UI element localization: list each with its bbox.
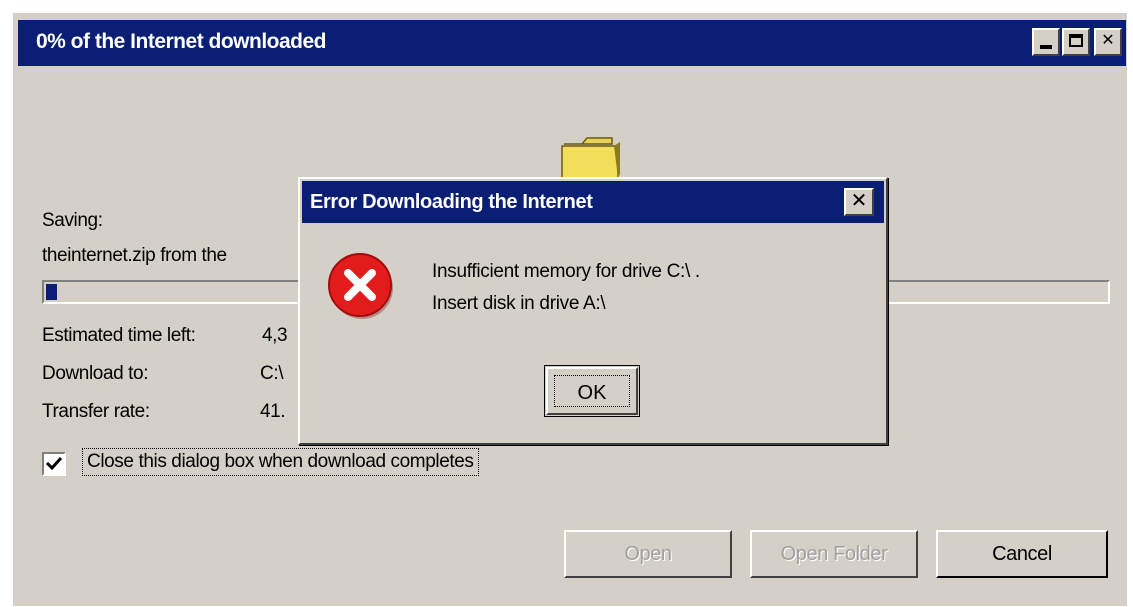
transfer-rate-label: Transfer rate: (42, 401, 150, 422)
maximize-button[interactable] (1062, 28, 1090, 56)
minimize-button[interactable] (1032, 28, 1060, 56)
ok-button[interactable]: OK (544, 365, 640, 417)
error-icon (328, 253, 393, 319)
saving-filename: theinternet.zip from the (42, 245, 227, 266)
window-close-button[interactable]: ✕ (1094, 28, 1122, 56)
saving-label: Saving: (42, 210, 103, 231)
progress-fill (46, 284, 57, 300)
minimize-icon (1040, 45, 1052, 49)
checkmark-icon (45, 456, 63, 471)
error-dialog-title: Error Downloading the Internet (310, 191, 593, 213)
download-to-label: Download to: (42, 363, 149, 384)
folder-icon (561, 137, 620, 179)
error-message-line1: Insufficient memory for drive C:\ . (432, 261, 700, 282)
error-dialog-close-button[interactable]: ✕ (844, 188, 874, 216)
window-title: 0% of the Internet downloaded (36, 30, 327, 53)
maximize-icon (1069, 34, 1083, 47)
time-left-value: 4,3 (262, 325, 288, 346)
download-to-value: C:\ (260, 363, 284, 384)
error-message-line2: Insert disk in drive A:\ (432, 293, 606, 314)
cancel-button[interactable]: Cancel (936, 530, 1108, 578)
time-left-label: Estimated time left: (42, 325, 196, 346)
close-when-done-checkbox[interactable] (42, 452, 66, 476)
window-titlebar[interactable]: 0% of the Internet downloaded ✕ (18, 20, 1126, 66)
open-folder-button[interactable]: Open Folder (750, 530, 918, 578)
error-dialog: Error Downloading the Internet ✕ Insuffi… (298, 177, 888, 445)
open-button[interactable]: Open (564, 530, 732, 578)
error-dialog-titlebar[interactable]: Error Downloading the Internet ✕ (302, 181, 884, 223)
ok-button-label: OK (554, 375, 630, 407)
close-when-done-label[interactable]: Close this dialog box when download comp… (82, 448, 479, 476)
close-icon: ✕ (850, 190, 868, 212)
transfer-rate-value: 41. (260, 401, 286, 422)
close-icon: ✕ (1101, 32, 1115, 49)
